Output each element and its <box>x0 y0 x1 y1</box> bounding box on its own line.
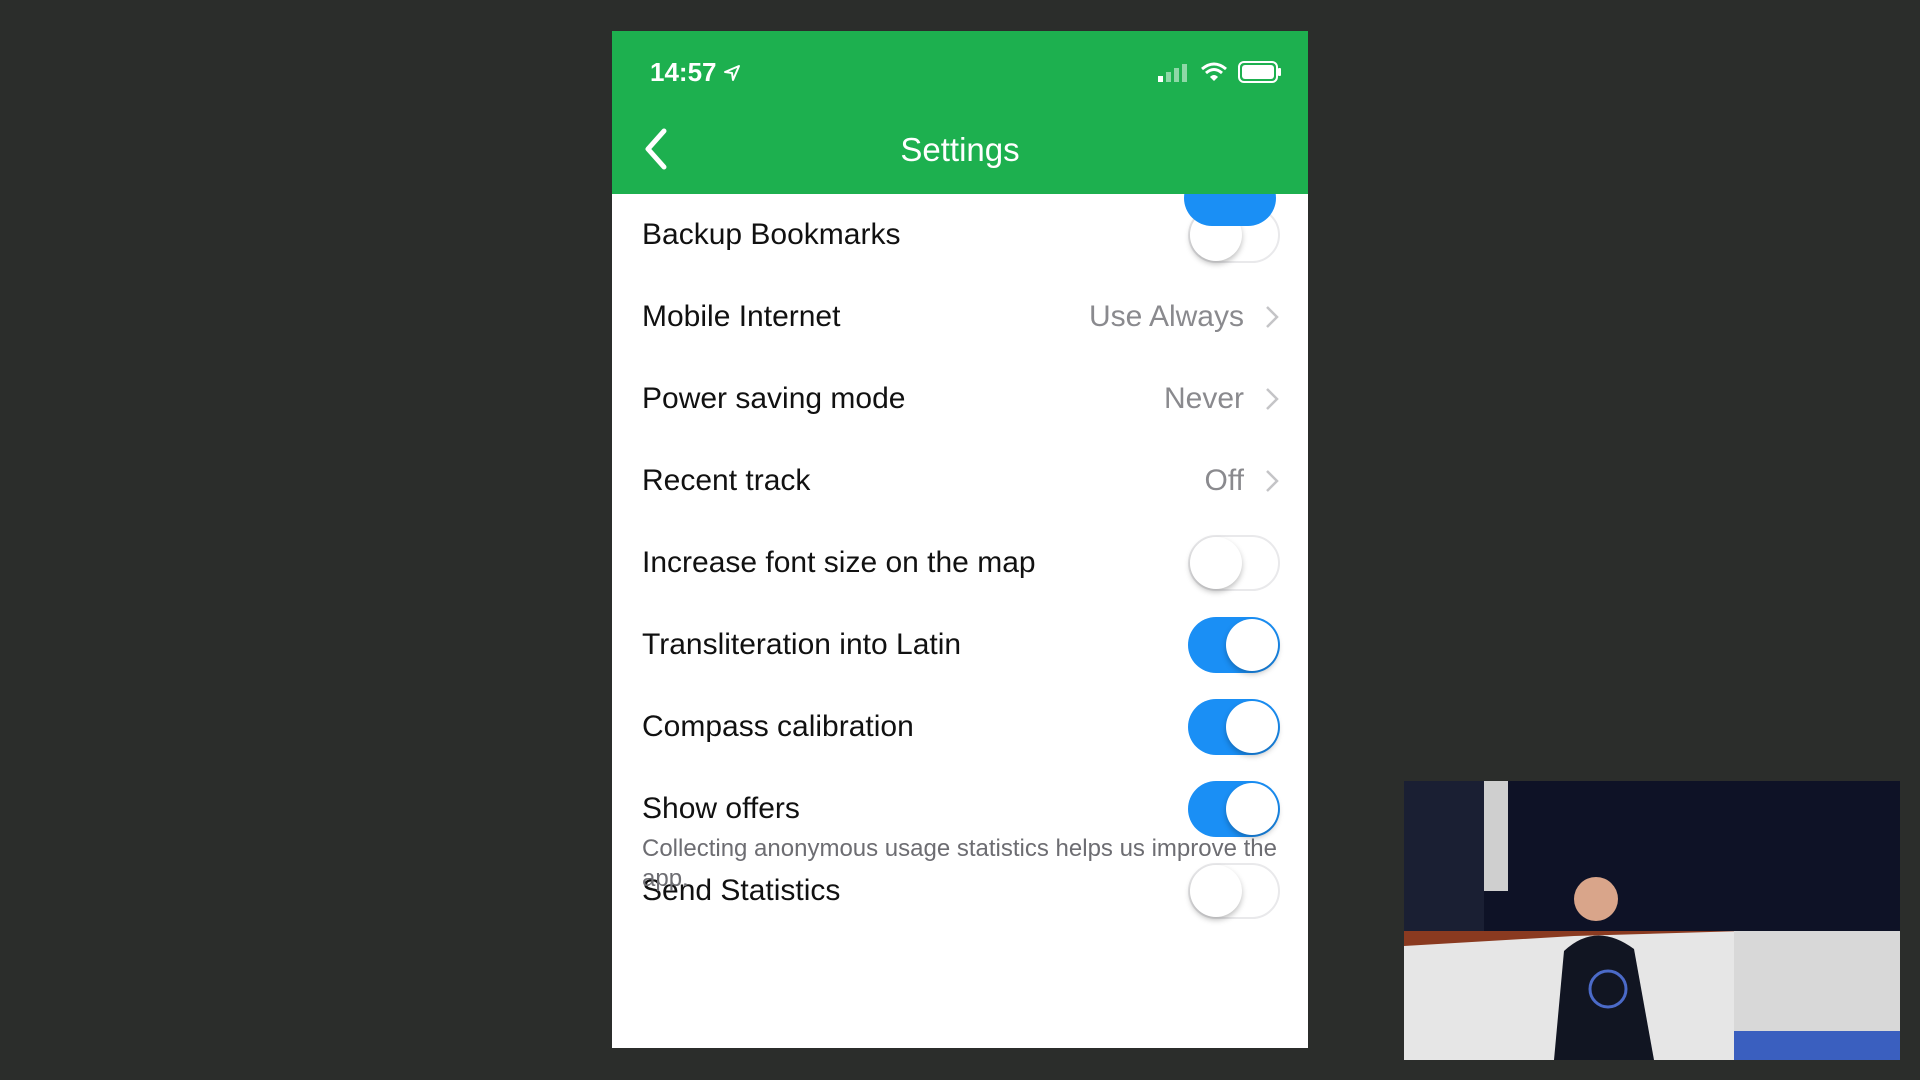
row-label: Compass calibration <box>642 710 914 743</box>
row-increase-font-size: Increase font size on the map <box>612 522 1308 604</box>
chevron-right-icon <box>1266 388 1279 410</box>
increase-font-size-toggle[interactable] <box>1188 535 1280 591</box>
row-recent-track[interactable]: Recent track Off <box>612 440 1308 522</box>
status-indicators <box>1158 61 1282 83</box>
row-value: Never <box>1163 382 1244 415</box>
location-arrow-icon <box>723 64 740 81</box>
toggle-knob <box>1190 537 1242 589</box>
page-title: Settings <box>900 131 1020 168</box>
row-label: Power saving mode <box>642 382 906 415</box>
speaker-video-image <box>1404 781 1900 1060</box>
row-value: Use Always <box>1088 300 1244 333</box>
cellular-signal-icon <box>1158 64 1187 82</box>
row-value: Off <box>1204 464 1244 497</box>
chevron-right-icon <box>1266 470 1279 492</box>
row-power-saving-mode[interactable]: Power saving mode Never <box>612 358 1308 440</box>
app-header: 14:57 Settings <box>612 31 1308 194</box>
status-time-group: 14:57 <box>650 57 741 88</box>
chevron-right-icon <box>1266 306 1279 328</box>
row-label: Backup Bookmarks <box>642 218 901 251</box>
phone-screen: 14:57 Settings Backup Bookmarks Mobile I… <box>612 31 1308 1048</box>
toggle-knob <box>1226 701 1278 753</box>
row-compass-calibration: Compass calibration <box>612 686 1308 768</box>
row-label: Show offers <box>642 792 800 825</box>
row-label: Increase font size on the map <box>642 546 1036 579</box>
speaker-video-overlay <box>1404 781 1900 1060</box>
row-label: Recent track <box>642 464 811 497</box>
show-offers-toggle[interactable] <box>1188 781 1280 837</box>
compass-calibration-toggle[interactable] <box>1188 699 1280 755</box>
row-mobile-internet[interactable]: Mobile Internet Use Always <box>612 276 1308 358</box>
battery-icon <box>1238 61 1281 83</box>
row-label: Mobile Internet <box>642 300 841 333</box>
transliteration-toggle[interactable] <box>1188 617 1280 673</box>
status-time: 14:57 <box>650 57 717 87</box>
toggle-knob <box>1226 619 1278 671</box>
row-transliteration: Transliteration into Latin <box>612 604 1308 686</box>
toggle-knob <box>1226 783 1278 835</box>
statistics-footnote: Collecting anonymous usage statistics he… <box>642 835 1277 892</box>
row-label: Transliteration into Latin <box>642 628 962 661</box>
wifi-icon <box>1201 62 1227 81</box>
